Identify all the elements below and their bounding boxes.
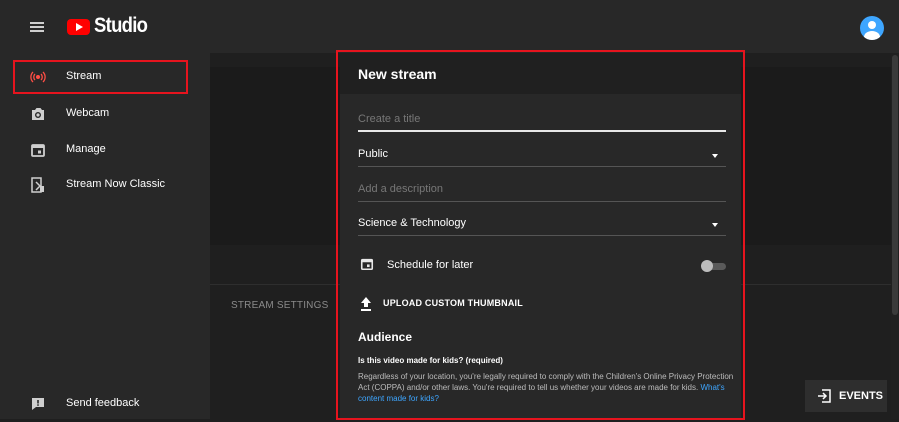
- events-enter-icon: [818, 389, 831, 403]
- sidebar-item-webcam[interactable]: Webcam: [0, 96, 210, 132]
- sidebar-item-label: Manage: [66, 143, 106, 155]
- sidebar-item-stream-now-classic[interactable]: Stream Now Classic: [0, 167, 210, 203]
- calendar-icon: [31, 144, 45, 157]
- stream-settings-tab[interactable]: STREAM SETTINGS: [231, 300, 328, 311]
- stream-highlight-box: [13, 60, 188, 94]
- events-label: EVENTS: [839, 390, 884, 402]
- sidebar: Stream Webcam Manage Stream Now Classic: [0, 53, 210, 419]
- account-avatar-icon[interactable]: [860, 16, 884, 40]
- sidebar-item-label: Webcam: [66, 107, 110, 119]
- dialog-highlight-box: [336, 50, 745, 420]
- sidebar-item-label: Stream Now Classic: [66, 178, 166, 190]
- sidebar-item-manage[interactable]: Manage: [0, 132, 210, 168]
- sidebar-item-label: Send feedback: [66, 397, 140, 409]
- send-feedback-button[interactable]: Send feedback: [0, 386, 210, 422]
- youtube-logo-icon[interactable]: [67, 19, 90, 35]
- page-scrollbar[interactable]: [891, 53, 899, 419]
- logo-text[interactable]: Studio: [94, 14, 148, 38]
- hamburger-icon[interactable]: [30, 22, 44, 32]
- feedback-icon: [32, 398, 44, 410]
- events-button[interactable]: EVENTS: [805, 380, 887, 412]
- top-bar: Studio: [0, 0, 899, 53]
- camera-icon: [32, 108, 44, 120]
- stream-now-classic-icon: [31, 177, 44, 193]
